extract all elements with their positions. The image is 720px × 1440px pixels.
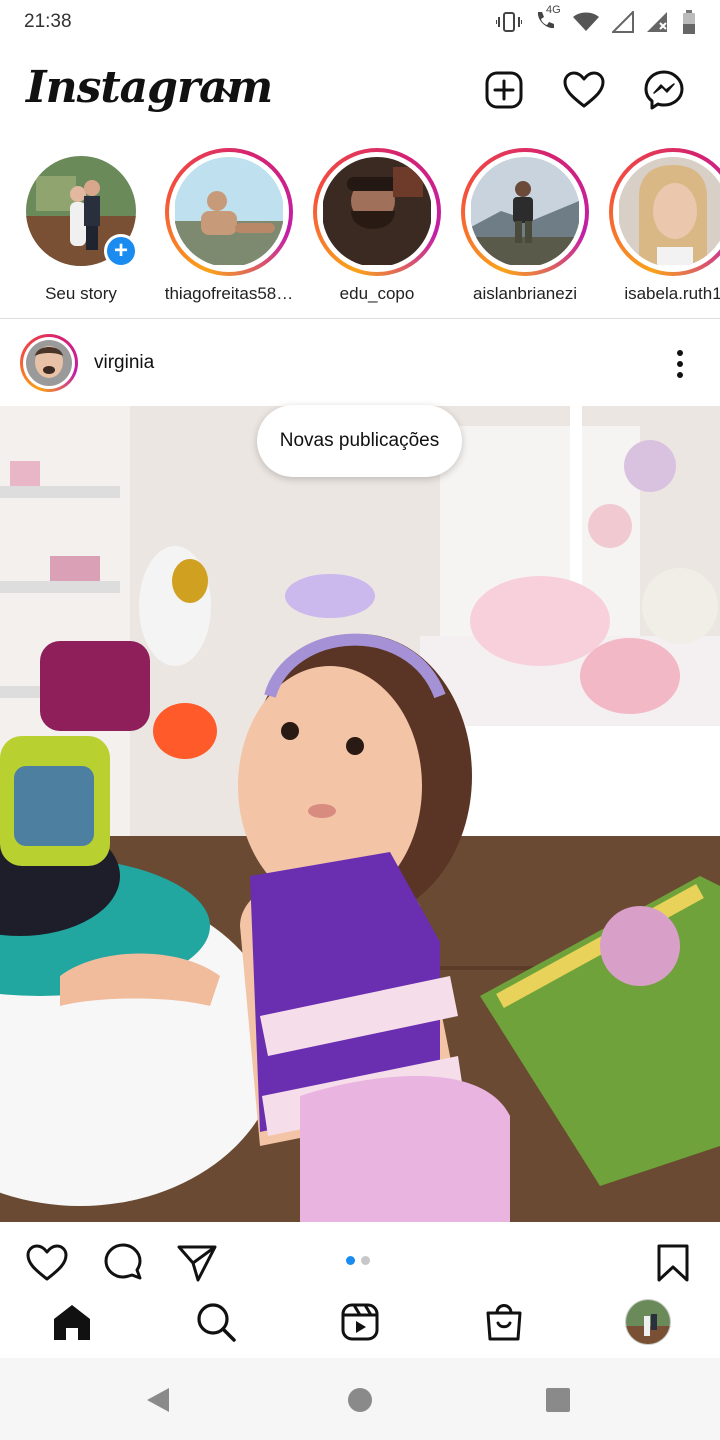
story-ring <box>461 148 589 276</box>
avatar-image <box>619 157 720 265</box>
carousel-dot <box>361 1256 370 1265</box>
shopping-bag-icon <box>486 1304 522 1341</box>
add-post-button[interactable] <box>482 68 526 112</box>
save-button[interactable] <box>650 1240 696 1286</box>
avatar-image <box>323 157 431 265</box>
status-bar: 21:38 4G <box>0 0 720 44</box>
post-image[interactable] <box>0 406 720 1222</box>
story-label: thiagofreitas58… <box>164 284 294 303</box>
comment-icon <box>104 1243 142 1280</box>
phone-icon: 4G <box>534 4 561 34</box>
post-username[interactable]: virginia <box>94 352 154 374</box>
story-ring <box>313 148 441 276</box>
recents-square-icon <box>546 1388 570 1412</box>
avatar <box>618 157 720 267</box>
heart-icon <box>26 1244 68 1281</box>
avatar-image <box>471 157 579 265</box>
search-icon <box>197 1303 236 1342</box>
avatar <box>625 1299 671 1345</box>
nav-shop[interactable] <box>478 1296 530 1348</box>
avatar <box>322 157 432 267</box>
reels-icon <box>341 1303 379 1341</box>
app-header: Instagram <box>0 52 720 132</box>
status-icons: 4G <box>496 4 696 34</box>
story-ring <box>609 148 720 276</box>
stories-tray: + Seu story thiagofreitas58… edu_copo ai… <box>0 148 720 318</box>
story-ring <box>165 148 293 276</box>
signal-icon <box>612 11 634 33</box>
share-button[interactable] <box>174 1240 220 1286</box>
comment-button[interactable] <box>100 1240 146 1286</box>
avatar-image <box>26 340 72 386</box>
activity-button[interactable] <box>562 68 606 112</box>
status-time: 21:38 <box>24 11 72 32</box>
avatar-image <box>175 157 283 265</box>
heart-icon <box>563 71 605 108</box>
send-icon <box>177 1245 217 1282</box>
story-item[interactable]: aislanbrianezi <box>460 148 590 304</box>
post-header: virginia <box>0 330 720 398</box>
like-button[interactable] <box>24 1240 70 1286</box>
signal-icon <box>647 12 667 32</box>
nav-home[interactable] <box>46 1296 98 1348</box>
nav-reels[interactable] <box>334 1296 386 1348</box>
home-icon <box>54 1305 90 1340</box>
bookmark-icon <box>657 1244 689 1282</box>
story-item[interactable]: edu_copo <box>312 148 442 304</box>
wifi-icon <box>573 12 599 31</box>
nav-search[interactable] <box>190 1296 242 1348</box>
post-photo <box>0 406 720 1222</box>
divider <box>0 318 720 319</box>
more-vertical-icon <box>677 350 683 378</box>
new-posts-toast[interactable]: Novas publicações <box>257 405 462 477</box>
own-story-avatar-wrap: + <box>26 156 138 268</box>
story-label: edu_copo <box>339 284 415 303</box>
carousel-dot-active <box>346 1256 355 1265</box>
messenger-button[interactable] <box>642 68 686 112</box>
avatar <box>174 157 284 267</box>
system-back-button[interactable] <box>136 1378 180 1422</box>
post-options-button[interactable] <box>662 344 698 384</box>
post-actions <box>0 1222 720 1298</box>
story-label: aislanbrianezi <box>473 284 577 303</box>
messenger-icon <box>644 70 684 110</box>
vibrate-icon <box>496 12 522 32</box>
add-story-plus-icon[interactable]: + <box>104 234 138 268</box>
story-label: Seu story <box>45 284 117 303</box>
avatar-image <box>626 1300 670 1344</box>
add-post-icon <box>485 71 523 109</box>
chevron-down-icon[interactable] <box>220 86 240 100</box>
instagram-feed-screen: 21:38 4G Instagram + Seu story thiagofre… <box>0 0 720 1440</box>
back-triangle-icon <box>147 1388 169 1412</box>
story-item[interactable]: thiagofreitas58… <box>164 148 294 304</box>
system-recents-button[interactable] <box>536 1378 580 1422</box>
network-type: 4G <box>546 4 561 16</box>
avatar <box>470 157 580 267</box>
post-avatar[interactable] <box>20 334 78 392</box>
system-navigation-bar <box>0 1358 720 1440</box>
nav-profile[interactable] <box>622 1296 674 1348</box>
battery-icon <box>683 10 695 34</box>
system-home-button[interactable] <box>338 1378 382 1422</box>
avatar <box>26 340 72 386</box>
bottom-navigation <box>0 1290 720 1354</box>
home-circle-icon <box>348 1388 372 1412</box>
story-label: isabela.ruth1 <box>624 284 720 303</box>
story-own[interactable]: + Seu story <box>16 148 146 304</box>
carousel-indicator <box>346 1256 370 1265</box>
story-item[interactable]: isabela.ruth1 <box>608 148 720 304</box>
